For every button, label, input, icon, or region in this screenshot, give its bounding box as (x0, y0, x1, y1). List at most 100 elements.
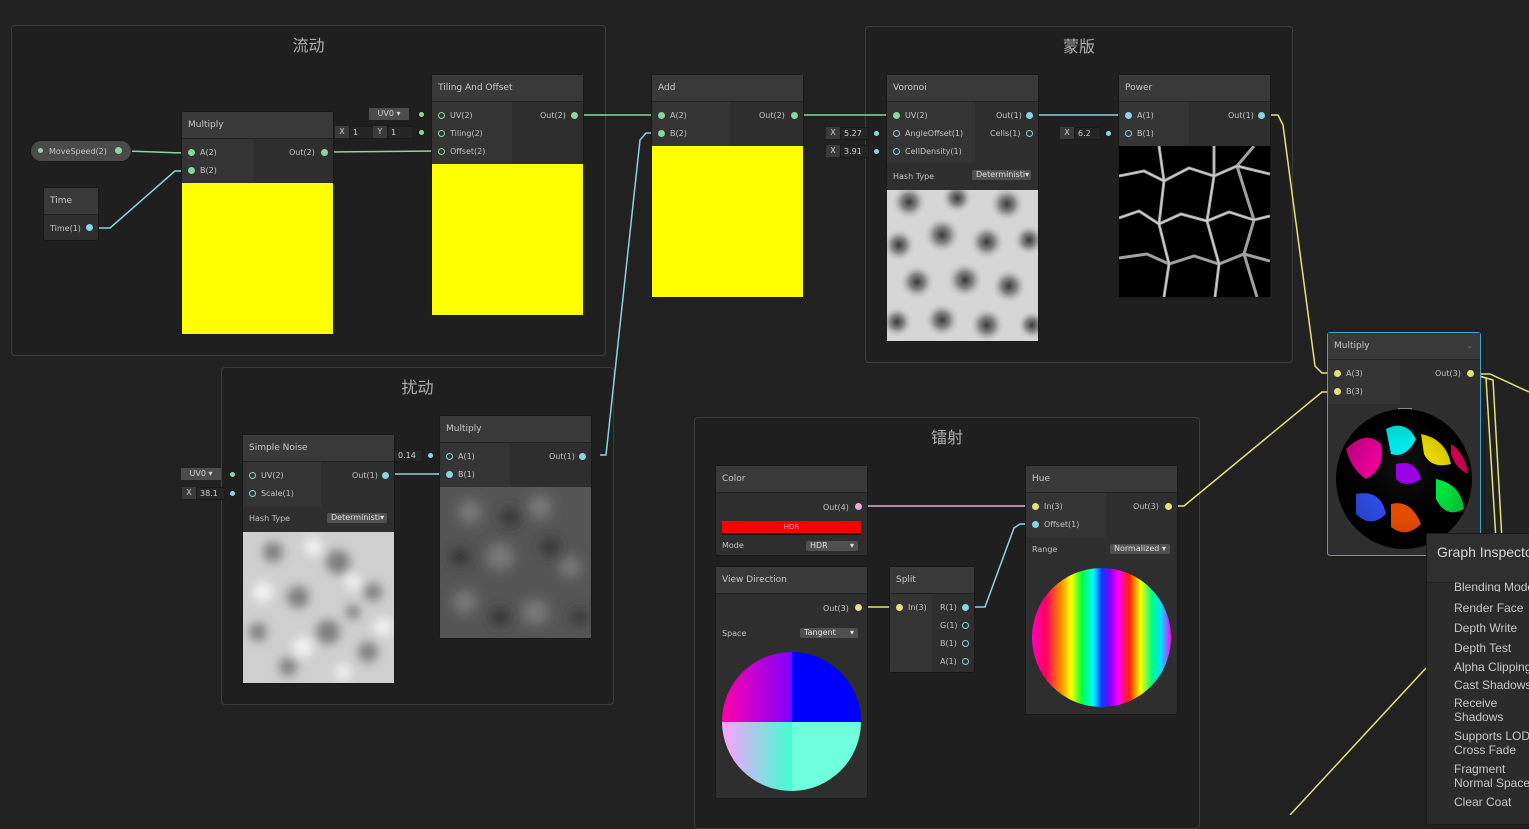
power-node[interactable]: Power A(1) B(1) Out(1) (1119, 75, 1270, 297)
output-port[interactable] (579, 453, 586, 460)
input-port-scale[interactable] (249, 490, 256, 497)
tiling-y-field[interactable]: 1 (387, 126, 414, 139)
scale-field[interactable]: 38.1 (196, 487, 225, 500)
inspector-item-alpha-clipping[interactable]: Alpha Clipping (1454, 660, 1529, 674)
input-port-uv[interactable] (438, 112, 445, 119)
angle-offset-field[interactable]: 5.27 (840, 127, 869, 140)
input-label-uv: UV(2) (450, 111, 473, 120)
inspector-item-blending-mode[interactable]: Blending Mode (1454, 582, 1529, 592)
multiply-preview-image (1336, 409, 1472, 549)
input-port-a[interactable] (658, 112, 665, 119)
hash-type-dropdown[interactable]: Deterministi▾ (327, 513, 387, 523)
inline-port (419, 130, 424, 135)
output-port-a[interactable] (962, 658, 969, 665)
input-label-uv: UV(2) (261, 471, 284, 480)
inspector-item-clear-coat[interactable]: Clear Coat (1454, 795, 1511, 809)
mode-dropdown[interactable]: HDR ▾ (806, 541, 858, 551)
noise-uv-dropdown[interactable]: UV0 ▾ (181, 468, 221, 480)
group-title[interactable]: 蒙版 (866, 33, 1292, 57)
input-port-uv[interactable] (893, 112, 900, 119)
graph-inspector-panel[interactable]: Graph Inspector Blending Mode Render Fac… (1426, 533, 1529, 825)
inspector-item-depth-write[interactable]: Depth Write (1454, 621, 1517, 635)
inspector-item-supports-lod-cross-fade[interactable]: Supports LOD Cross Fade (1454, 729, 1529, 757)
voronoi-node[interactable]: Voronoi UV(2) AngleOffset(1) CellDensity… (887, 75, 1038, 341)
input-port-cell[interactable] (893, 148, 900, 155)
group-title[interactable]: 扰动 (222, 374, 613, 398)
power-b-field[interactable]: 6.2 (1074, 127, 1101, 140)
input-label-uv: UV(2) (905, 111, 928, 120)
input-port-angle[interactable] (893, 130, 900, 137)
uv-channel-dropdown[interactable]: UV0 ▾ (369, 108, 409, 120)
input-port-a[interactable] (1334, 370, 1341, 377)
input-port-in[interactable] (896, 604, 903, 611)
node-title: Power (1125, 83, 1153, 93)
inspector-item-render-face[interactable]: Render Face (1454, 601, 1523, 615)
output-port[interactable] (791, 112, 798, 119)
power-preview (1119, 146, 1270, 297)
simple-noise-node[interactable]: Simple Noise UV(2) Scale(1) Out(1) Hash … (243, 435, 394, 683)
input-label-a: A(2) (670, 111, 687, 120)
tiling-and-offset-node[interactable]: Tiling And Offset UV(2) Tiling(2) Offset… (432, 75, 583, 315)
voronoi-preview-image (887, 190, 1038, 341)
group-title[interactable]: 流动 (12, 32, 605, 56)
input-port-b[interactable] (446, 471, 453, 478)
output-port[interactable] (115, 147, 122, 154)
inspector-item-receive-shadows[interactable]: Receive Shadows (1454, 696, 1529, 724)
output-port-g[interactable] (962, 622, 969, 629)
hue-node[interactable]: Hue In(3) Offset(1) Out(3) Range Normali… (1026, 466, 1177, 714)
input-port-b[interactable] (188, 167, 195, 174)
add-node[interactable]: Add A(2) B(2) Out(2) (652, 75, 803, 297)
input-port-uv[interactable] (249, 472, 256, 479)
input-port-a[interactable] (446, 453, 453, 460)
inspector-item-cast-shadows[interactable]: Cast Shadows (1454, 678, 1529, 692)
output-port-cells[interactable] (1026, 130, 1033, 137)
output-port-out[interactable] (1026, 112, 1033, 119)
node-preview (432, 164, 583, 315)
inspector-item-depth-test[interactable]: Depth Test (1454, 641, 1511, 655)
multiply-node-combine[interactable]: Multiply⌄ A(3) B(3) Out(3) ^ (1328, 333, 1480, 555)
space-dropdown[interactable]: Tangent ▾ (800, 628, 858, 638)
input-port-tiling[interactable] (438, 130, 445, 137)
input-port-a[interactable] (1125, 112, 1132, 119)
output-port[interactable] (571, 112, 578, 119)
input-port-in[interactable] (1032, 503, 1039, 510)
range-dropdown[interactable]: Normalized ▾ (1110, 544, 1170, 554)
output-port[interactable] (1467, 370, 1474, 377)
multiply-node-flow[interactable]: Multiply A(2) B(2) Out(2) (182, 112, 333, 334)
collapse-chevron-icon[interactable]: ⌄ (1466, 341, 1474, 351)
output-label: Out(3) (1133, 502, 1159, 511)
input-port-offset[interactable] (1032, 521, 1039, 528)
hash-type-dropdown[interactable]: Deterministi▾ (972, 170, 1031, 180)
output-port[interactable] (855, 604, 862, 611)
input-port-a[interactable] (188, 149, 195, 156)
view-direction-node[interactable]: View Direction Out(3) Space Tangent ▾ (716, 567, 867, 798)
output-port-r[interactable] (962, 604, 969, 611)
output-port[interactable] (321, 149, 328, 156)
output-port[interactable] (1258, 112, 1265, 119)
split-node[interactable]: Split In(3) R(1) G(1) B(1) A(1) (890, 567, 974, 672)
color-swatch[interactable]: HDR (722, 521, 861, 535)
input-port-b[interactable] (1125, 130, 1132, 137)
power-preview-image (1119, 146, 1270, 297)
property-node-movespeed[interactable]: MoveSpeed(2) (31, 141, 131, 161)
color-node[interactable]: Color Out(4) HDR Mode HDR ▾ (716, 466, 867, 555)
input-port-offset[interactable] (438, 148, 445, 155)
view-direction-preview-image (722, 652, 861, 791)
output-port[interactable] (1165, 503, 1172, 510)
output-port[interactable] (382, 472, 389, 479)
output-port-b[interactable] (962, 640, 969, 647)
input-port-b[interactable] (1334, 388, 1341, 395)
cell-density-field[interactable]: 3.91 (840, 145, 869, 158)
input-port-b[interactable] (658, 130, 665, 137)
output-port[interactable] (855, 503, 862, 510)
multiply2-a-field[interactable]: 0.14 (394, 449, 423, 462)
port-dot (38, 148, 43, 153)
multiply-node-disturb[interactable]: Multiply A(1) B(1) Out(1) (440, 416, 591, 638)
time-node[interactable]: Time Time(1) (44, 188, 98, 240)
tiling-x-field[interactable]: 1 (349, 126, 374, 139)
output-port[interactable] (86, 224, 93, 231)
hue-preview (1032, 568, 1171, 707)
group-title[interactable]: 镭射 (695, 424, 1199, 448)
inspector-item-fragment-normal-space[interactable]: Fragment Normal Space (1454, 762, 1529, 790)
noise-preview-image (243, 532, 394, 683)
